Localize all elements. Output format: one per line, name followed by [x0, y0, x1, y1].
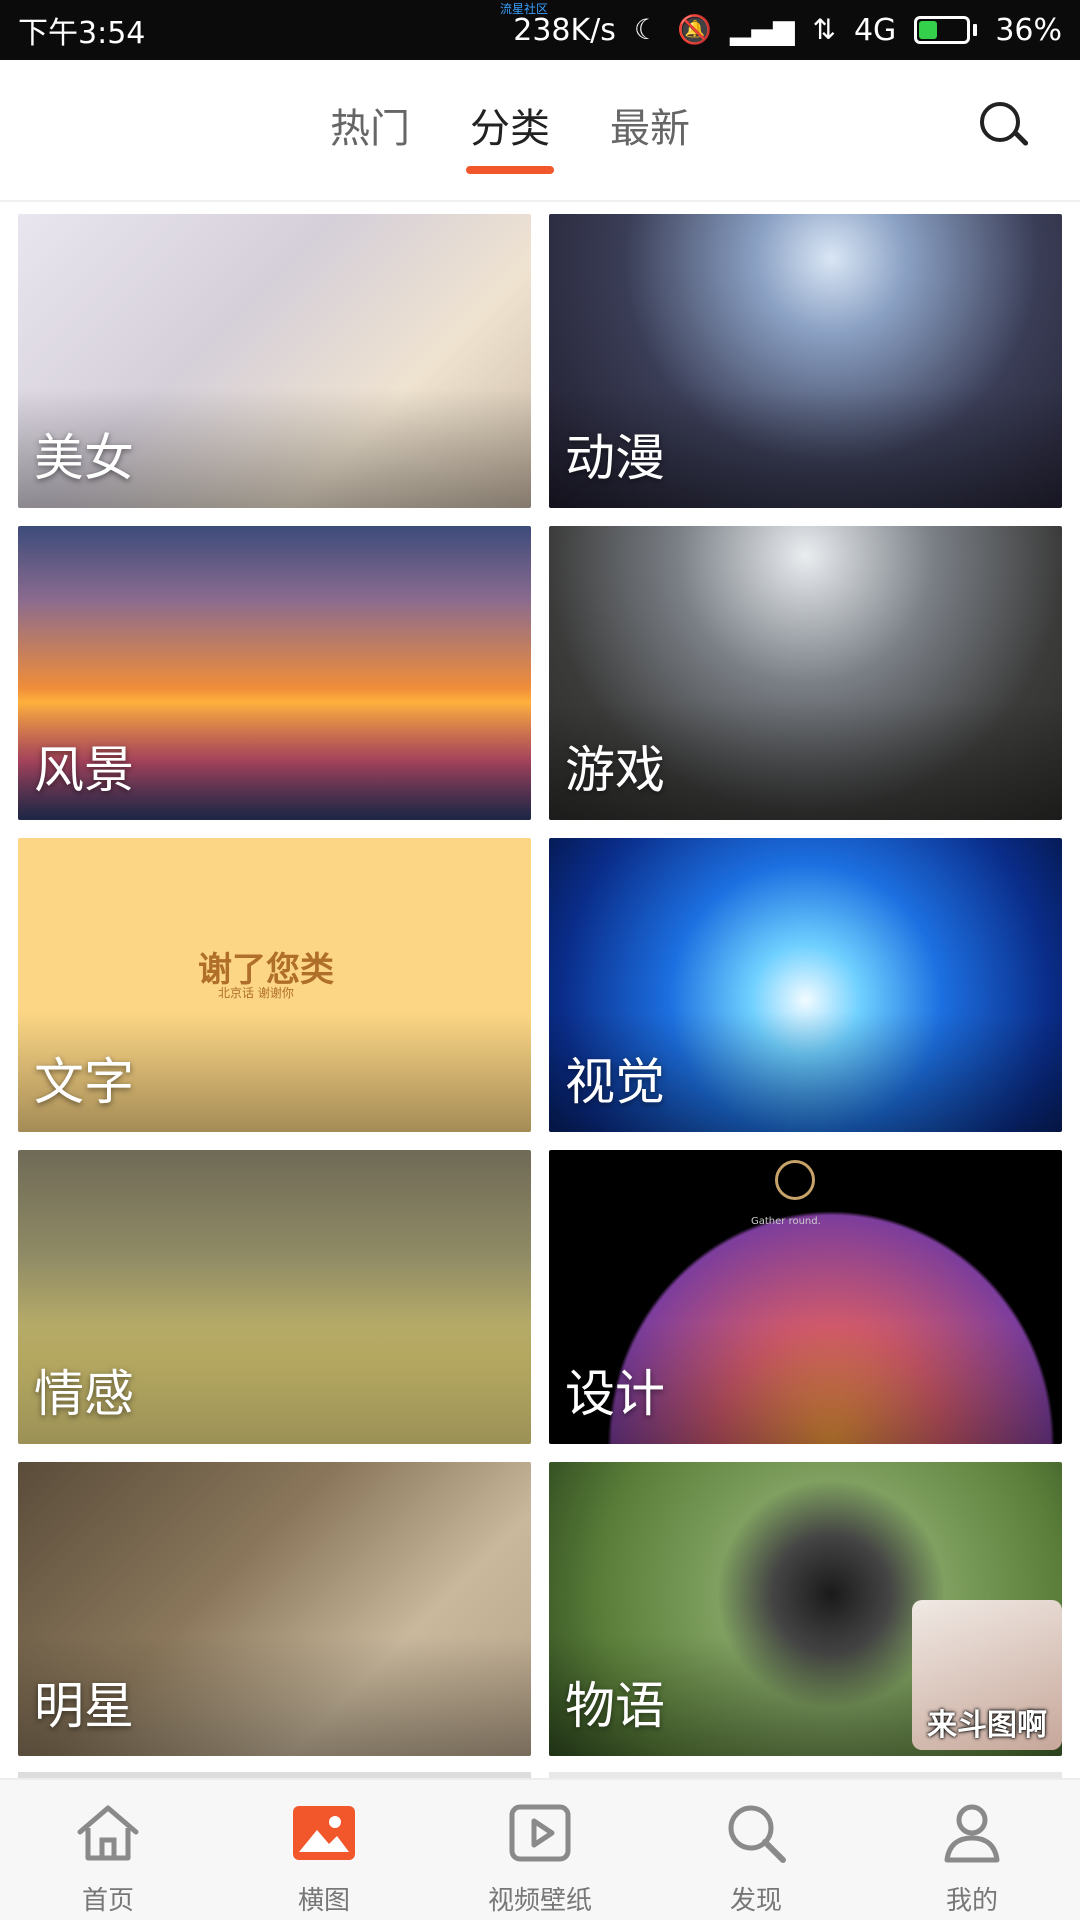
category-label: 明星	[34, 1677, 134, 1735]
active-tab-underline	[466, 166, 554, 174]
tab-latest-label: 最新	[610, 106, 690, 152]
status-bar: 下午3:54 流星社区 238K/s ☾ 🔕 ▂▄▆ ⇅ 4G 36%	[0, 0, 1080, 60]
bottom-nav-wallpaper[interactable]: 横图	[216, 1780, 432, 1920]
moon-icon: ☾	[633, 13, 660, 46]
image-icon	[289, 1798, 359, 1868]
bottom-nav-home[interactable]: 首页	[0, 1780, 216, 1920]
user-icon	[937, 1798, 1007, 1868]
top-tabs: 热门 分类 最新	[330, 96, 690, 174]
bottom-nav-me[interactable]: 我的	[864, 1780, 1080, 1920]
discover-search-icon	[721, 1798, 791, 1868]
status-top-center-text: 流星社区	[500, 2, 549, 16]
category-card-meinv[interactable]: 美女	[18, 214, 531, 508]
category-card-fengjing[interactable]: 风景	[18, 526, 531, 820]
category-label: 游戏	[565, 741, 665, 799]
bottom-nav-label: 视频壁纸	[487, 1886, 592, 1916]
sheji-caption: Gather round.	[751, 1216, 821, 1227]
data-arrows-icon: ⇅	[812, 13, 836, 46]
category-card-youxi[interactable]: 游戏	[549, 526, 1062, 820]
wenzi-art-subtitle: 北京话 谢谢你	[218, 986, 294, 1000]
category-grid: 美女 动漫 风景 游戏 谢了您类 北京话 谢谢你 文字 视觉 情感 Gather…	[18, 214, 1062, 1756]
battery-fill	[919, 21, 938, 39]
category-card-wenzi[interactable]: 谢了您类 北京话 谢谢你 文字	[18, 838, 531, 1132]
status-time: 下午3:54	[18, 16, 146, 51]
category-card-shijue[interactable]: 视觉	[549, 838, 1062, 1132]
category-label: 动漫	[565, 429, 665, 487]
tab-category[interactable]: 分类	[466, 96, 554, 174]
home-icon	[73, 1798, 143, 1868]
category-label: 美女	[34, 429, 134, 487]
top-nav: 热门 分类 最新	[0, 60, 1080, 202]
video-icon	[505, 1798, 575, 1868]
tab-category-label: 分类	[470, 106, 550, 152]
category-label: 物语	[565, 1677, 665, 1735]
network-speed: 238K/s	[513, 12, 616, 48]
network-type: 4G	[853, 12, 897, 48]
battery-percent: 36%	[995, 12, 1062, 48]
mute-bell-icon: 🔕	[677, 13, 712, 46]
tab-hot-label: 热门	[330, 106, 410, 152]
bottom-nav-video-wallpaper[interactable]: 视频壁纸	[432, 1780, 648, 1920]
floating-thumbnail[interactable]: 来斗图啊	[912, 1600, 1062, 1750]
apple-logo-icon	[775, 1160, 815, 1200]
battery-icon	[914, 16, 978, 44]
bottom-nav-discover[interactable]: 发现	[648, 1780, 864, 1920]
bottom-nav-label: 横图	[297, 1886, 350, 1916]
tab-latest[interactable]: 最新	[610, 96, 690, 168]
tab-hot[interactable]: 热门	[330, 96, 410, 168]
category-label: 设计	[565, 1365, 665, 1423]
signal-icon: ▂▄▆	[729, 13, 795, 46]
bottom-nav-label: 首页	[81, 1886, 134, 1916]
category-card-mingxing[interactable]: 明星	[18, 1462, 531, 1756]
category-label: 风景	[34, 741, 134, 799]
floating-thumbnail-label: 来斗图啊	[927, 1708, 1047, 1743]
category-card-dongman[interactable]: 动漫	[549, 214, 1062, 508]
category-label: 视觉	[565, 1053, 665, 1111]
category-label: 文字	[34, 1053, 134, 1111]
bottom-nav-label: 我的	[945, 1886, 998, 1916]
search-icon[interactable]	[978, 100, 1034, 156]
category-card-sheji[interactable]: Gather round. 设计	[549, 1150, 1062, 1444]
bottom-nav-label: 发现	[729, 1886, 782, 1916]
category-label: 情感	[34, 1365, 134, 1423]
category-card-qinggan[interactable]: 情感	[18, 1150, 531, 1444]
status-right: 238K/s ☾ 🔕 ▂▄▆ ⇅ 4G 36%	[513, 13, 1062, 48]
bottom-nav: 首页 横图 视频壁纸 发现 我的	[0, 1778, 1080, 1920]
